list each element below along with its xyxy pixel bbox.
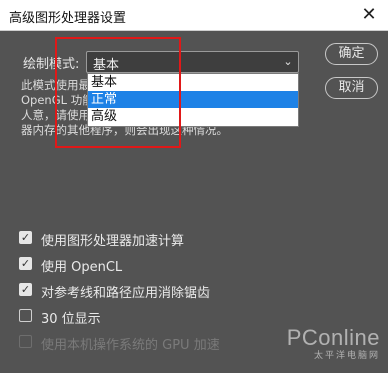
- dropdown-option-basic[interactable]: 基本: [88, 74, 298, 91]
- draw-mode-value: 基本: [93, 58, 120, 73]
- title-bar: 高级图形处理器设置 ✕: [0, 0, 388, 31]
- checkbox-disabled-icon: [19, 335, 32, 348]
- watermark: PConline 太平洋电脑网: [287, 325, 380, 361]
- option-label: 使用本机操作系统的 GPU 加速: [41, 338, 220, 353]
- draw-mode-dropdown: 基本 正常 高级: [87, 73, 299, 127]
- window-title: 高级图形处理器设置: [9, 11, 127, 26]
- chevron-down-icon: ⌄: [283, 55, 293, 68]
- dropdown-option-normal[interactable]: 正常: [88, 91, 298, 108]
- checkbox-checked-icon[interactable]: ✓: [19, 283, 32, 296]
- draw-mode-label: 绘制模式:: [23, 57, 80, 72]
- option-label: 30 位显示: [41, 312, 101, 327]
- option-label: 使用 OpenCL: [41, 260, 123, 275]
- option-label: 使用图形处理器加速计算: [41, 234, 185, 249]
- option-label: 对参考线和路径应用消除锯齿: [41, 286, 211, 301]
- draw-mode-select[interactable]: 基本 ⌄: [86, 51, 299, 73]
- close-icon[interactable]: ✕: [356, 2, 382, 28]
- dropdown-option-advanced[interactable]: 高级: [88, 108, 298, 125]
- checkbox-unchecked-icon[interactable]: [19, 309, 32, 322]
- checkbox-checked-icon[interactable]: ✓: [19, 231, 32, 244]
- ok-button[interactable]: 确定: [325, 43, 378, 65]
- checkbox-checked-icon[interactable]: ✓: [19, 257, 32, 270]
- cancel-button[interactable]: 取消: [325, 77, 378, 99]
